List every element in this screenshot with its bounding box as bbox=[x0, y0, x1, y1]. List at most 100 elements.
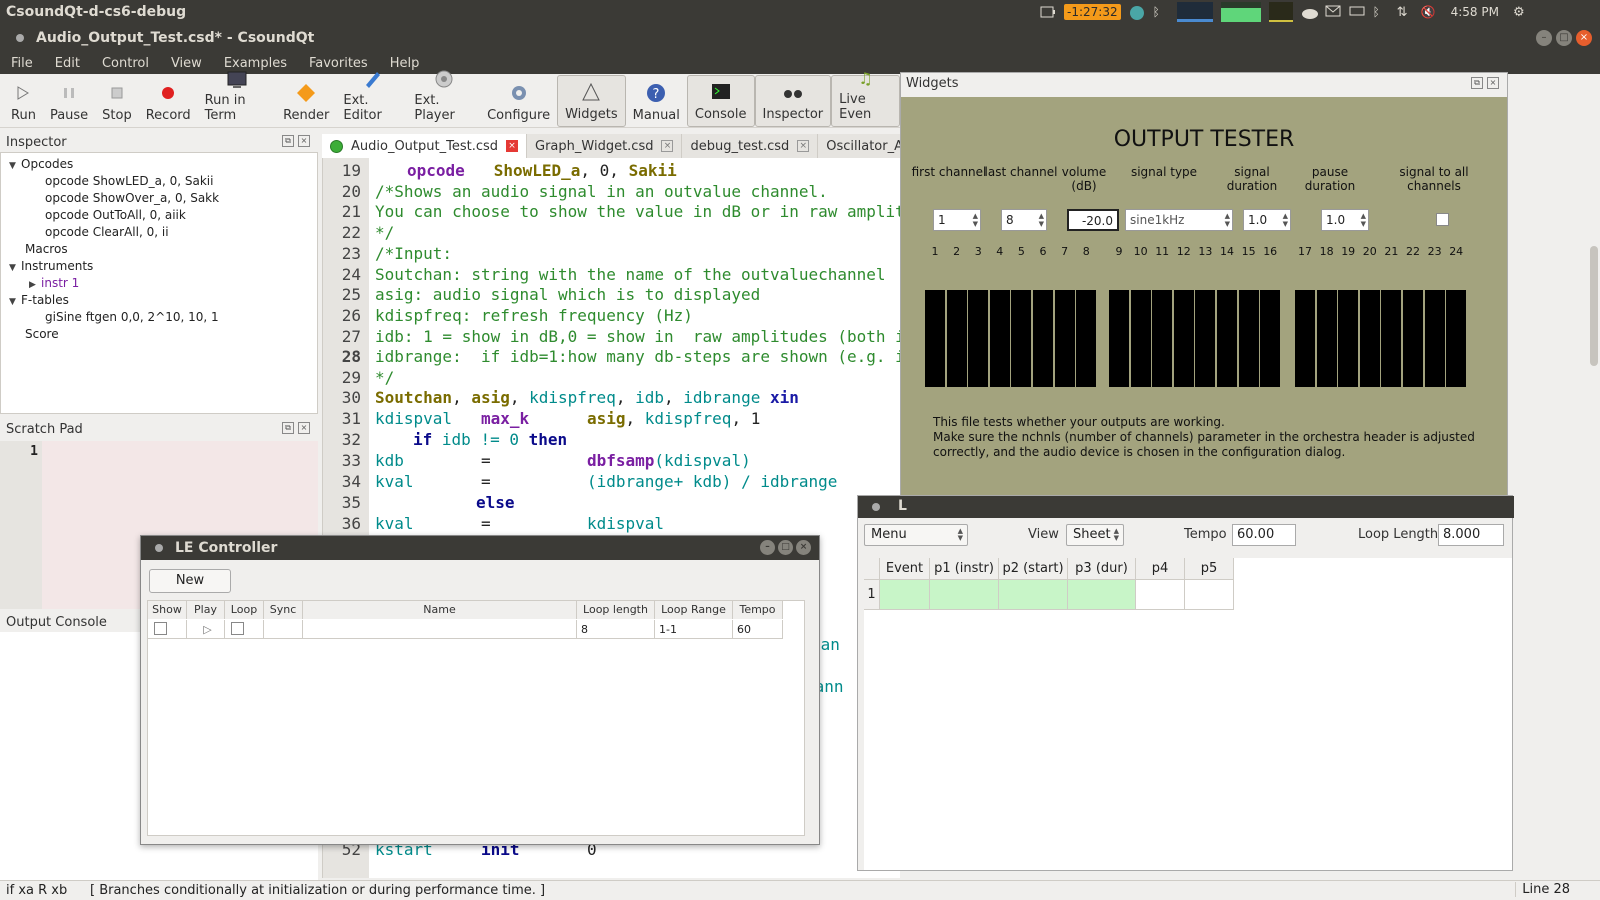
dock-close-icon[interactable]: × bbox=[298, 422, 310, 434]
column-header[interactable]: Loop Range bbox=[655, 601, 733, 619]
configure-button[interactable]: Configure bbox=[480, 75, 557, 127]
editor-scrollbar[interactable] bbox=[1588, 158, 1600, 878]
last-channel-spinbox[interactable]: 8 ▲ ▼ bbox=[1001, 209, 1047, 231]
spin-arrows-icon[interactable]: ▲ ▼ bbox=[1283, 212, 1288, 228]
expanded-arrow-icon[interactable]: ▼ bbox=[9, 260, 21, 277]
new-button[interactable]: New bbox=[149, 569, 231, 593]
scrollbar-thumb[interactable] bbox=[1590, 246, 1598, 366]
table-cell[interactable] bbox=[1185, 580, 1234, 610]
column-header[interactable]: Loop bbox=[225, 601, 264, 619]
close-tab-icon[interactable]: × bbox=[661, 140, 674, 152]
column-header[interactable]: Sync bbox=[264, 601, 303, 619]
loop-cell[interactable] bbox=[225, 620, 264, 639]
menu-examples[interactable]: Examples bbox=[213, 56, 298, 71]
table-cell[interactable] bbox=[999, 580, 1068, 610]
bluetooth-icon[interactable]: ᛒ bbox=[1153, 5, 1169, 19]
tab-graph-widget[interactable]: Graph_Widget.csd × bbox=[527, 134, 683, 158]
tree-opcodes[interactable]: ▼ Opcodes bbox=[9, 156, 73, 173]
show-cell[interactable] bbox=[148, 620, 187, 639]
record-button[interactable]: Record bbox=[139, 75, 198, 127]
dropdown-arrows-icon[interactable]: ▲ ▼ bbox=[1225, 212, 1230, 228]
column-header[interactable]: Show bbox=[148, 601, 187, 619]
column-header[interactable]: Event bbox=[880, 558, 930, 580]
loop-checkbox[interactable] bbox=[231, 622, 244, 635]
signal-all-checkbox[interactable] bbox=[1436, 213, 1449, 226]
tree-macros[interactable]: Macros bbox=[25, 241, 68, 258]
loop-length-spinbox[interactable]: 8.000 bbox=[1438, 524, 1504, 546]
sync-cell[interactable] bbox=[264, 620, 303, 639]
minimize-button[interactable]: – bbox=[1536, 30, 1552, 46]
cloud-icon[interactable] bbox=[1301, 5, 1318, 19]
column-header[interactable]: p2 (start) bbox=[999, 558, 1068, 580]
name-cell[interactable] bbox=[303, 620, 577, 639]
close-button[interactable]: × bbox=[1576, 30, 1592, 46]
spin-arrows-icon[interactable]: ▲ ▼ bbox=[973, 212, 978, 228]
menu-control[interactable]: Control bbox=[91, 56, 160, 71]
clock[interactable]: 4:58 PM bbox=[1445, 5, 1505, 19]
manual-button[interactable]: ? Manual bbox=[626, 75, 687, 127]
network-icon[interactable] bbox=[1129, 5, 1145, 20]
run-button[interactable]: Run bbox=[4, 75, 43, 127]
column-header[interactable]: p4 bbox=[1136, 558, 1185, 580]
window-menu-icon[interactable] bbox=[155, 544, 163, 552]
tree-item[interactable]: opcode ClearAll, 0, ii bbox=[45, 224, 169, 241]
tempo-cell[interactable]: 60 bbox=[733, 620, 783, 639]
column-header[interactable]: Tempo bbox=[733, 601, 783, 619]
dock-close-icon[interactable]: × bbox=[1487, 77, 1499, 89]
run-in-term-button[interactable]: Run in Term bbox=[198, 71, 276, 127]
tab-debug-test[interactable]: debug_test.csd × bbox=[682, 134, 819, 158]
table-cell[interactable] bbox=[930, 580, 999, 610]
table-cell[interactable] bbox=[1068, 580, 1136, 610]
close-button[interactable]: × bbox=[796, 540, 811, 555]
transfer-icon[interactable]: ⇅ bbox=[1397, 5, 1413, 20]
show-checkbox[interactable] bbox=[154, 622, 167, 635]
minimize-button[interactable]: – bbox=[760, 540, 775, 555]
signal-type-select[interactable]: sine1kHz ▲ ▼ bbox=[1125, 209, 1233, 231]
maximize-button[interactable]: □ bbox=[1556, 30, 1572, 46]
pause-duration-spinbox[interactable]: 1.0 ▲ ▼ bbox=[1321, 209, 1369, 231]
memory-graph[interactable] bbox=[1220, 2, 1261, 22]
float-icon[interactable]: ⧉ bbox=[282, 135, 294, 147]
close-tab-icon[interactable]: × bbox=[506, 140, 519, 152]
play-icon[interactable]: ▷ bbox=[203, 623, 211, 636]
load-graph[interactable] bbox=[1268, 2, 1293, 22]
menu-help[interactable]: Help bbox=[379, 56, 431, 71]
dock-close-icon[interactable]: × bbox=[298, 135, 310, 147]
event-menu-select[interactable]: Menu ▲ ▼ bbox=[864, 524, 968, 546]
view-select[interactable]: Sheet ▲ ▼ bbox=[1066, 524, 1124, 546]
volume-muted-icon[interactable]: 🔇 bbox=[1421, 5, 1437, 19]
timer-badge[interactable]: -1:27:32 bbox=[1064, 4, 1121, 20]
mail-icon[interactable] bbox=[1325, 5, 1341, 19]
stop-button[interactable]: Stop bbox=[95, 75, 139, 127]
table-cell[interactable] bbox=[1136, 580, 1185, 610]
keyboard-icon[interactable] bbox=[1349, 5, 1365, 19]
tempo-spinbox[interactable]: 60.00 bbox=[1232, 524, 1296, 546]
render-button[interactable]: Render bbox=[276, 75, 336, 127]
pause-button[interactable]: Pause bbox=[43, 75, 95, 127]
inspector-button[interactable]: Inspector bbox=[754, 75, 832, 127]
column-header[interactable]: Loop length bbox=[577, 601, 655, 619]
close-tab-icon[interactable]: × bbox=[797, 140, 810, 152]
ext-editor-button[interactable]: Ext. Editor bbox=[336, 72, 407, 127]
battery-icon[interactable] bbox=[1040, 5, 1056, 19]
signal-duration-spinbox[interactable]: 1.0 ▲ ▼ bbox=[1243, 209, 1291, 231]
tree-instr[interactable]: ▶ instr 1 bbox=[29, 275, 79, 292]
window-menu-icon[interactable] bbox=[16, 34, 24, 42]
event-sheet-grid[interactable]: Event p1 (instr) p2 (start) p3 (dur) p4 … bbox=[864, 558, 1512, 870]
menu-file[interactable]: File bbox=[0, 56, 44, 71]
spin-arrows-icon[interactable]: ▲ ▼ bbox=[1361, 212, 1366, 228]
loop-range-cell[interactable]: 1-1 bbox=[655, 620, 733, 639]
tab-audio-output-test[interactable]: Audio_Output_Test.csd × bbox=[322, 134, 528, 158]
spin-arrows-icon[interactable]: ▲ ▼ bbox=[1039, 212, 1044, 228]
live-events-button[interactable]: ♫ Live Even bbox=[831, 69, 901, 127]
column-header[interactable]: p3 (dur) bbox=[1068, 558, 1136, 580]
cpu-graph[interactable] bbox=[1176, 2, 1213, 22]
column-header[interactable]: Name bbox=[303, 601, 577, 619]
table-cell[interactable] bbox=[880, 580, 930, 610]
column-header[interactable]: p1 (instr) bbox=[930, 558, 999, 580]
tree-item[interactable]: opcode OutToAll, 0, aiik bbox=[45, 207, 186, 224]
widgets-button[interactable]: Widgets bbox=[557, 75, 626, 127]
tree-item[interactable]: opcode ShowLED_a, 0, Sakii bbox=[45, 173, 213, 190]
window-menu-icon[interactable] bbox=[872, 503, 880, 511]
column-header[interactable]: p5 bbox=[1185, 558, 1234, 580]
